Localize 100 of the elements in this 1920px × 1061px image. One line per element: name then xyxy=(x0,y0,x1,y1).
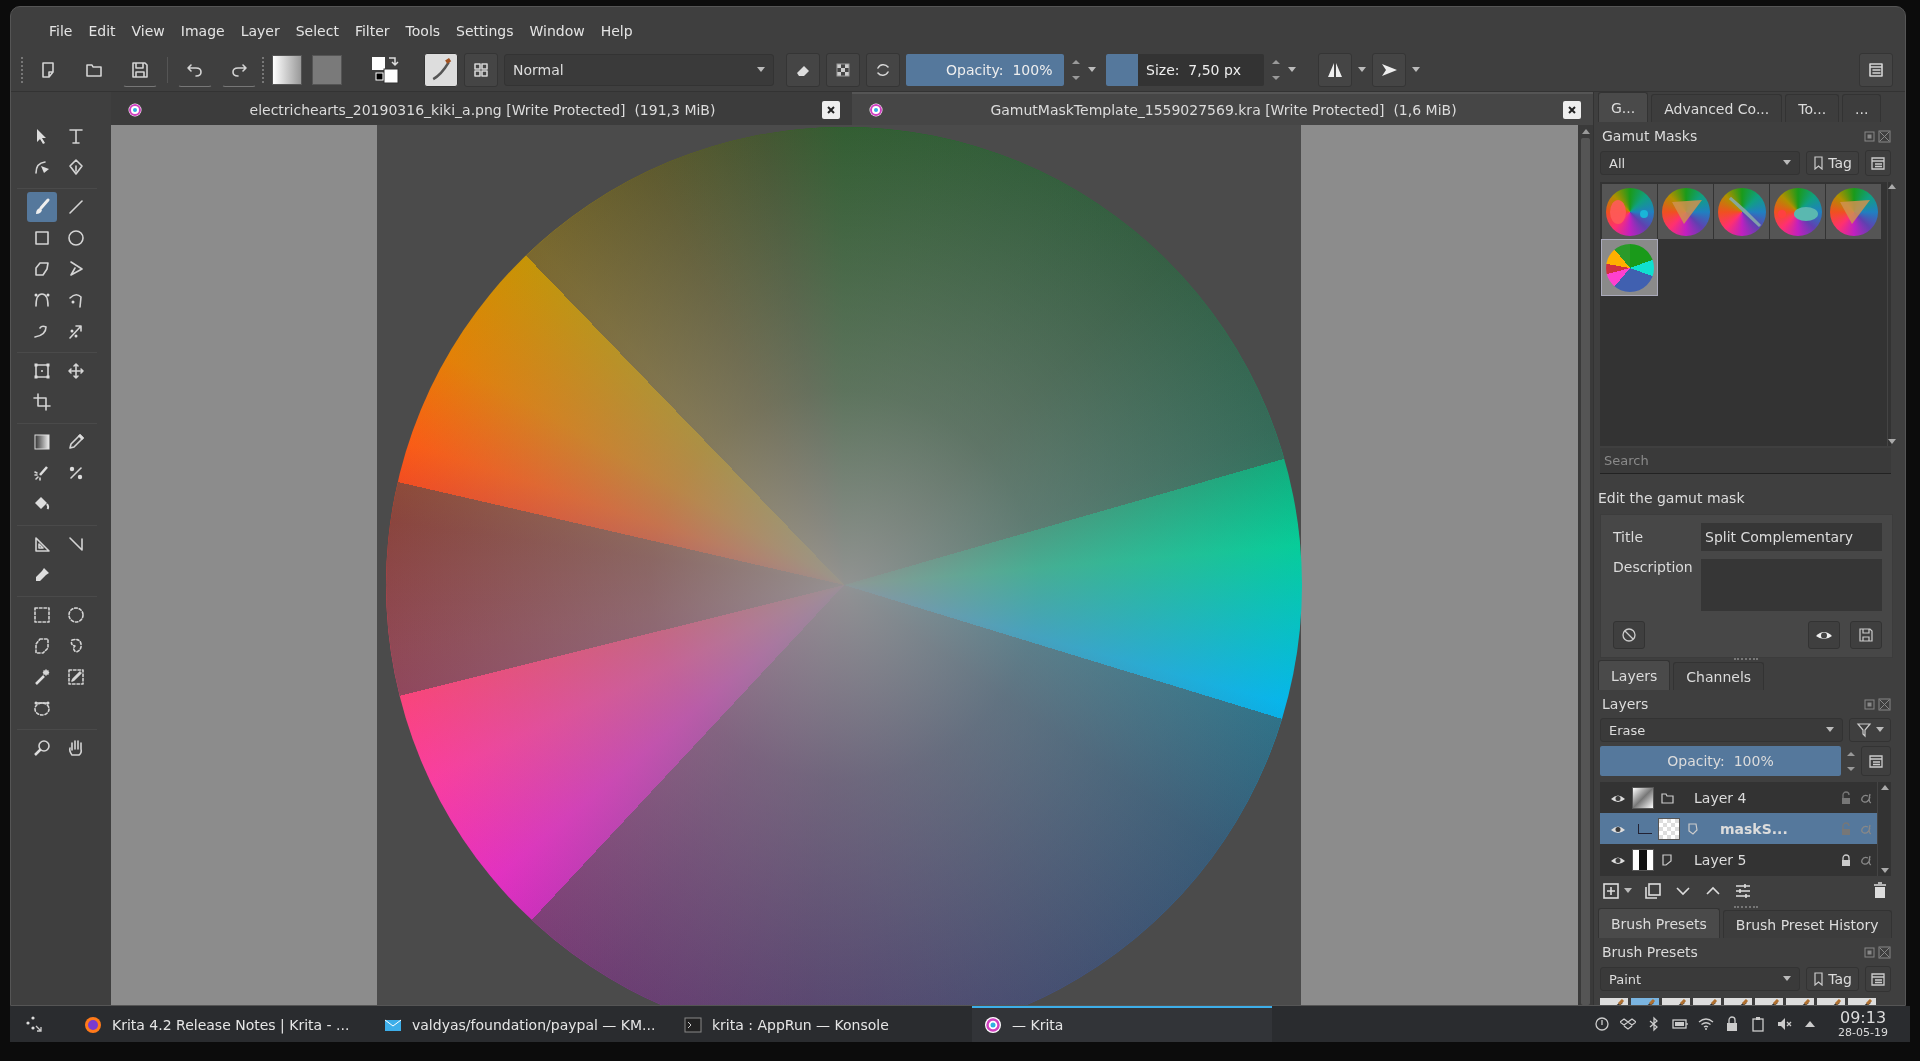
polygon-icon xyxy=(32,259,52,279)
gamut-mask-thumbnail[interactable] xyxy=(1714,184,1769,239)
list-menu-icon xyxy=(1869,970,1887,988)
opacity-slider[interactable]: Opacity: 100% xyxy=(906,54,1064,86)
layer-thumbnail xyxy=(1632,848,1654,871)
dropdown-caret-icon[interactable] xyxy=(1288,67,1296,73)
panel-title: Layers xyxy=(1602,696,1649,712)
caret-icon[interactable] xyxy=(1412,67,1420,73)
gamut-mask-thumbnail[interactable] xyxy=(1658,184,1713,239)
search-field[interactable]: Search xyxy=(1600,448,1891,474)
menu-item[interactable]: Filter xyxy=(346,23,398,39)
preview-button[interactable] xyxy=(1808,621,1840,649)
layer-row[interactable]: Layer 5 xyxy=(1600,844,1877,875)
dock-tab[interactable]: ... xyxy=(1842,94,1882,122)
reload-button[interactable] xyxy=(866,53,900,87)
gradient-icon xyxy=(32,432,52,452)
panel-toggle-button[interactable] xyxy=(1859,53,1893,87)
dropbox-icon xyxy=(1620,1016,1637,1032)
tag-button[interactable]: Tag xyxy=(1806,967,1859,991)
caret-icon[interactable] xyxy=(1358,67,1366,73)
trash-icon xyxy=(1871,882,1889,900)
gamut-mask-thumbnail[interactable] xyxy=(1826,184,1881,239)
menu-item[interactable]: Image xyxy=(172,23,233,39)
view-options-button[interactable] xyxy=(1865,966,1891,992)
caret-icon[interactable] xyxy=(1624,888,1632,894)
layer-row[interactable]: Layer 4 xyxy=(1600,782,1877,813)
vertical-scrollbar[interactable] xyxy=(1877,782,1891,876)
gamut-mask-thumbnail[interactable] xyxy=(1602,184,1657,239)
layer-properties-button[interactable] xyxy=(1734,882,1752,900)
menu-item[interactable]: Tools xyxy=(397,23,449,39)
bezier-curve-icon xyxy=(32,290,52,310)
taskbar-task[interactable]: Krita 4.2 Release Notes | Krita - ... xyxy=(72,1006,372,1042)
menu-item[interactable]: Settings xyxy=(448,23,522,39)
brush-preset-button[interactable] xyxy=(424,53,458,87)
gamut-mask-thumbnail[interactable] xyxy=(1770,184,1825,239)
blend-mode-dropdown[interactable]: Normal xyxy=(504,54,774,86)
paintbrush-tool-button[interactable] xyxy=(27,192,57,222)
pattern-swatch[interactable] xyxy=(312,55,342,85)
taskbar-task[interactable]: krita : AppRun — Konsole xyxy=(672,1006,972,1042)
mirror-vertical-button[interactable] xyxy=(1372,53,1406,87)
angle-icon xyxy=(66,534,86,554)
eraser-button[interactable] xyxy=(786,53,820,87)
filter-button[interactable] xyxy=(1849,718,1891,742)
tag-filter-dropdown[interactable]: Paint xyxy=(1600,967,1801,991)
circle-icon xyxy=(66,228,86,248)
dots-arrow-icon xyxy=(24,1014,44,1034)
menu-item[interactable]: View xyxy=(123,23,173,39)
caret-icon[interactable] xyxy=(1876,727,1884,733)
caret-icon[interactable] xyxy=(757,67,765,73)
properties-button[interactable] xyxy=(1861,746,1891,776)
menu-item[interactable]: Help xyxy=(592,23,641,39)
tag-filter-dropdown[interactable]: All xyxy=(1600,151,1801,175)
crop-icon xyxy=(32,392,52,412)
dock-tab[interactable]: Brush Presets xyxy=(1598,908,1720,938)
text-icon xyxy=(66,126,86,146)
magnifier-icon xyxy=(32,738,52,758)
alpha-lock-button[interactable] xyxy=(826,53,860,87)
dropdown-caret-icon[interactable] xyxy=(1088,67,1096,73)
dock-tab[interactable]: G... xyxy=(1598,92,1649,122)
gamut-mask-thumbnail[interactable] xyxy=(1602,240,1657,295)
gradient-swatch[interactable] xyxy=(272,55,302,85)
size-slider[interactable]: Size: 7,50 px xyxy=(1106,54,1264,86)
menu-item[interactable]: Edit xyxy=(80,23,124,39)
delete-button[interactable] xyxy=(1871,882,1889,900)
vertical-scrollbar[interactable] xyxy=(1887,182,1896,446)
duplicate-layer-button[interactable] xyxy=(1644,882,1662,900)
menu-item[interactable]: File xyxy=(41,23,81,39)
mirror-horizontal-button[interactable] xyxy=(1318,53,1352,87)
dock-tab[interactable]: Layers xyxy=(1598,660,1671,690)
close-icon xyxy=(1878,697,1891,711)
close-tab-button[interactable] xyxy=(822,100,840,119)
wifi-icon xyxy=(1698,1016,1715,1032)
dock-tab[interactable]: Brush Preset History xyxy=(1722,910,1892,938)
color-swatches-icon xyxy=(370,55,400,85)
document-tab[interactable]: GamutMaskTemplate_1559027569.kra [Write Protected] (1,6 MiB) xyxy=(852,92,1593,125)
dock-tab[interactable]: To... xyxy=(1785,94,1840,122)
tag-button[interactable]: Tag xyxy=(1806,151,1859,175)
closed-padlock-icon xyxy=(1839,852,1853,867)
krita-logo-icon xyxy=(984,1016,1002,1034)
close-tab-button[interactable] xyxy=(1563,100,1581,119)
title-field[interactable]: Split Complementary xyxy=(1701,523,1882,551)
add-layer-button[interactable] xyxy=(1602,882,1632,900)
menu-item[interactable]: Layer xyxy=(232,23,288,39)
clear-button[interactable] xyxy=(1613,621,1645,649)
dock-tab[interactable]: Channels xyxy=(1673,662,1765,690)
save-button[interactable] xyxy=(1850,621,1882,649)
taskbar-task[interactable]: valdyas/foundation/paypal — KM... xyxy=(372,1006,672,1042)
dock-tab[interactable]: Advanced Co... xyxy=(1651,94,1783,122)
blend-mode-dropdown[interactable]: Erase xyxy=(1600,718,1843,742)
caret-icon[interactable] xyxy=(1826,727,1834,733)
caret-icon[interactable] xyxy=(1783,976,1792,982)
view-options-button[interactable] xyxy=(1865,150,1891,176)
menu-item[interactable]: Window xyxy=(521,23,593,39)
menu-item[interactable]: Select xyxy=(287,23,347,39)
open-padlock-icon xyxy=(1839,821,1853,836)
bookmark-icon xyxy=(1813,156,1825,170)
grid-button[interactable] xyxy=(464,53,498,87)
caret-icon[interactable] xyxy=(1783,160,1792,166)
taskbar-task[interactable]: — Krita xyxy=(972,1006,1272,1042)
vertical-scrollbar[interactable] xyxy=(1578,125,1593,1005)
